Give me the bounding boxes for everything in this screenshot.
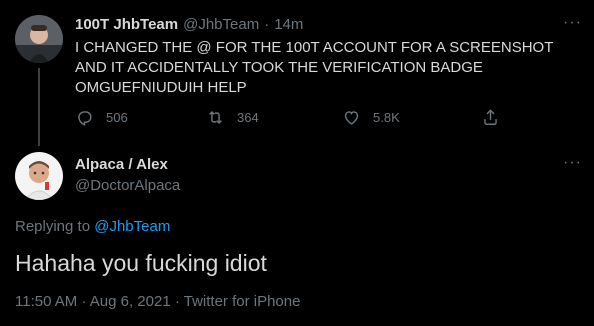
reply-avatar[interactable]	[15, 152, 63, 200]
retweet-action[interactable]: 364	[206, 108, 259, 127]
reply-display-name[interactable]: Alpaca / Alex	[75, 156, 168, 173]
more-icon: ···	[563, 154, 582, 171]
replying-to-handle[interactable]: @JhbTeam	[94, 218, 170, 235]
parent-avatar[interactable]	[15, 15, 63, 63]
replying-to-prefix: Replying to	[15, 218, 91, 235]
parent-separator: ·	[264, 16, 270, 33]
parent-time[interactable]: 14m	[274, 16, 303, 33]
reply-tweet-text: Hahaha you fucking idiot	[15, 250, 267, 276]
thread-connector-line	[38, 68, 40, 146]
share-icon	[484, 109, 497, 125]
parent-header: 100T JhbTeam @JhbTeam · 14m	[75, 16, 303, 33]
like-action[interactable]: 5.8K	[342, 108, 400, 127]
reply-handle[interactable]: @DoctorAlpaca	[75, 177, 180, 194]
parent-more-button[interactable]: ···	[563, 14, 582, 32]
parent-tweet-text: I CHANGED THE @ FOR THE 100T ACCOUNT FOR…	[75, 39, 554, 96]
reply-action[interactable]: 506	[75, 108, 128, 127]
parent-display-name[interactable]: 100T JhbTeam	[75, 16, 178, 33]
like-count: 5.8K	[373, 110, 400, 125]
avatar-image	[15, 15, 63, 63]
retweet-icon	[209, 110, 222, 125]
share-action[interactable]	[481, 108, 500, 127]
heart-icon	[344, 111, 359, 125]
reply-count: 506	[106, 110, 128, 125]
avatar-image	[15, 152, 63, 200]
reply-timestamp[interactable]: 11:50 AM · Aug 6, 2021 · Twitter for iPh…	[15, 293, 300, 310]
replying-to-line: Replying to @JhbTeam	[15, 218, 170, 235]
retweet-count: 364	[237, 110, 259, 125]
more-icon: ···	[563, 14, 582, 31]
reply-more-button[interactable]: ···	[563, 154, 582, 172]
parent-handle[interactable]: @JhbTeam	[183, 16, 259, 33]
reply-icon	[78, 111, 92, 126]
